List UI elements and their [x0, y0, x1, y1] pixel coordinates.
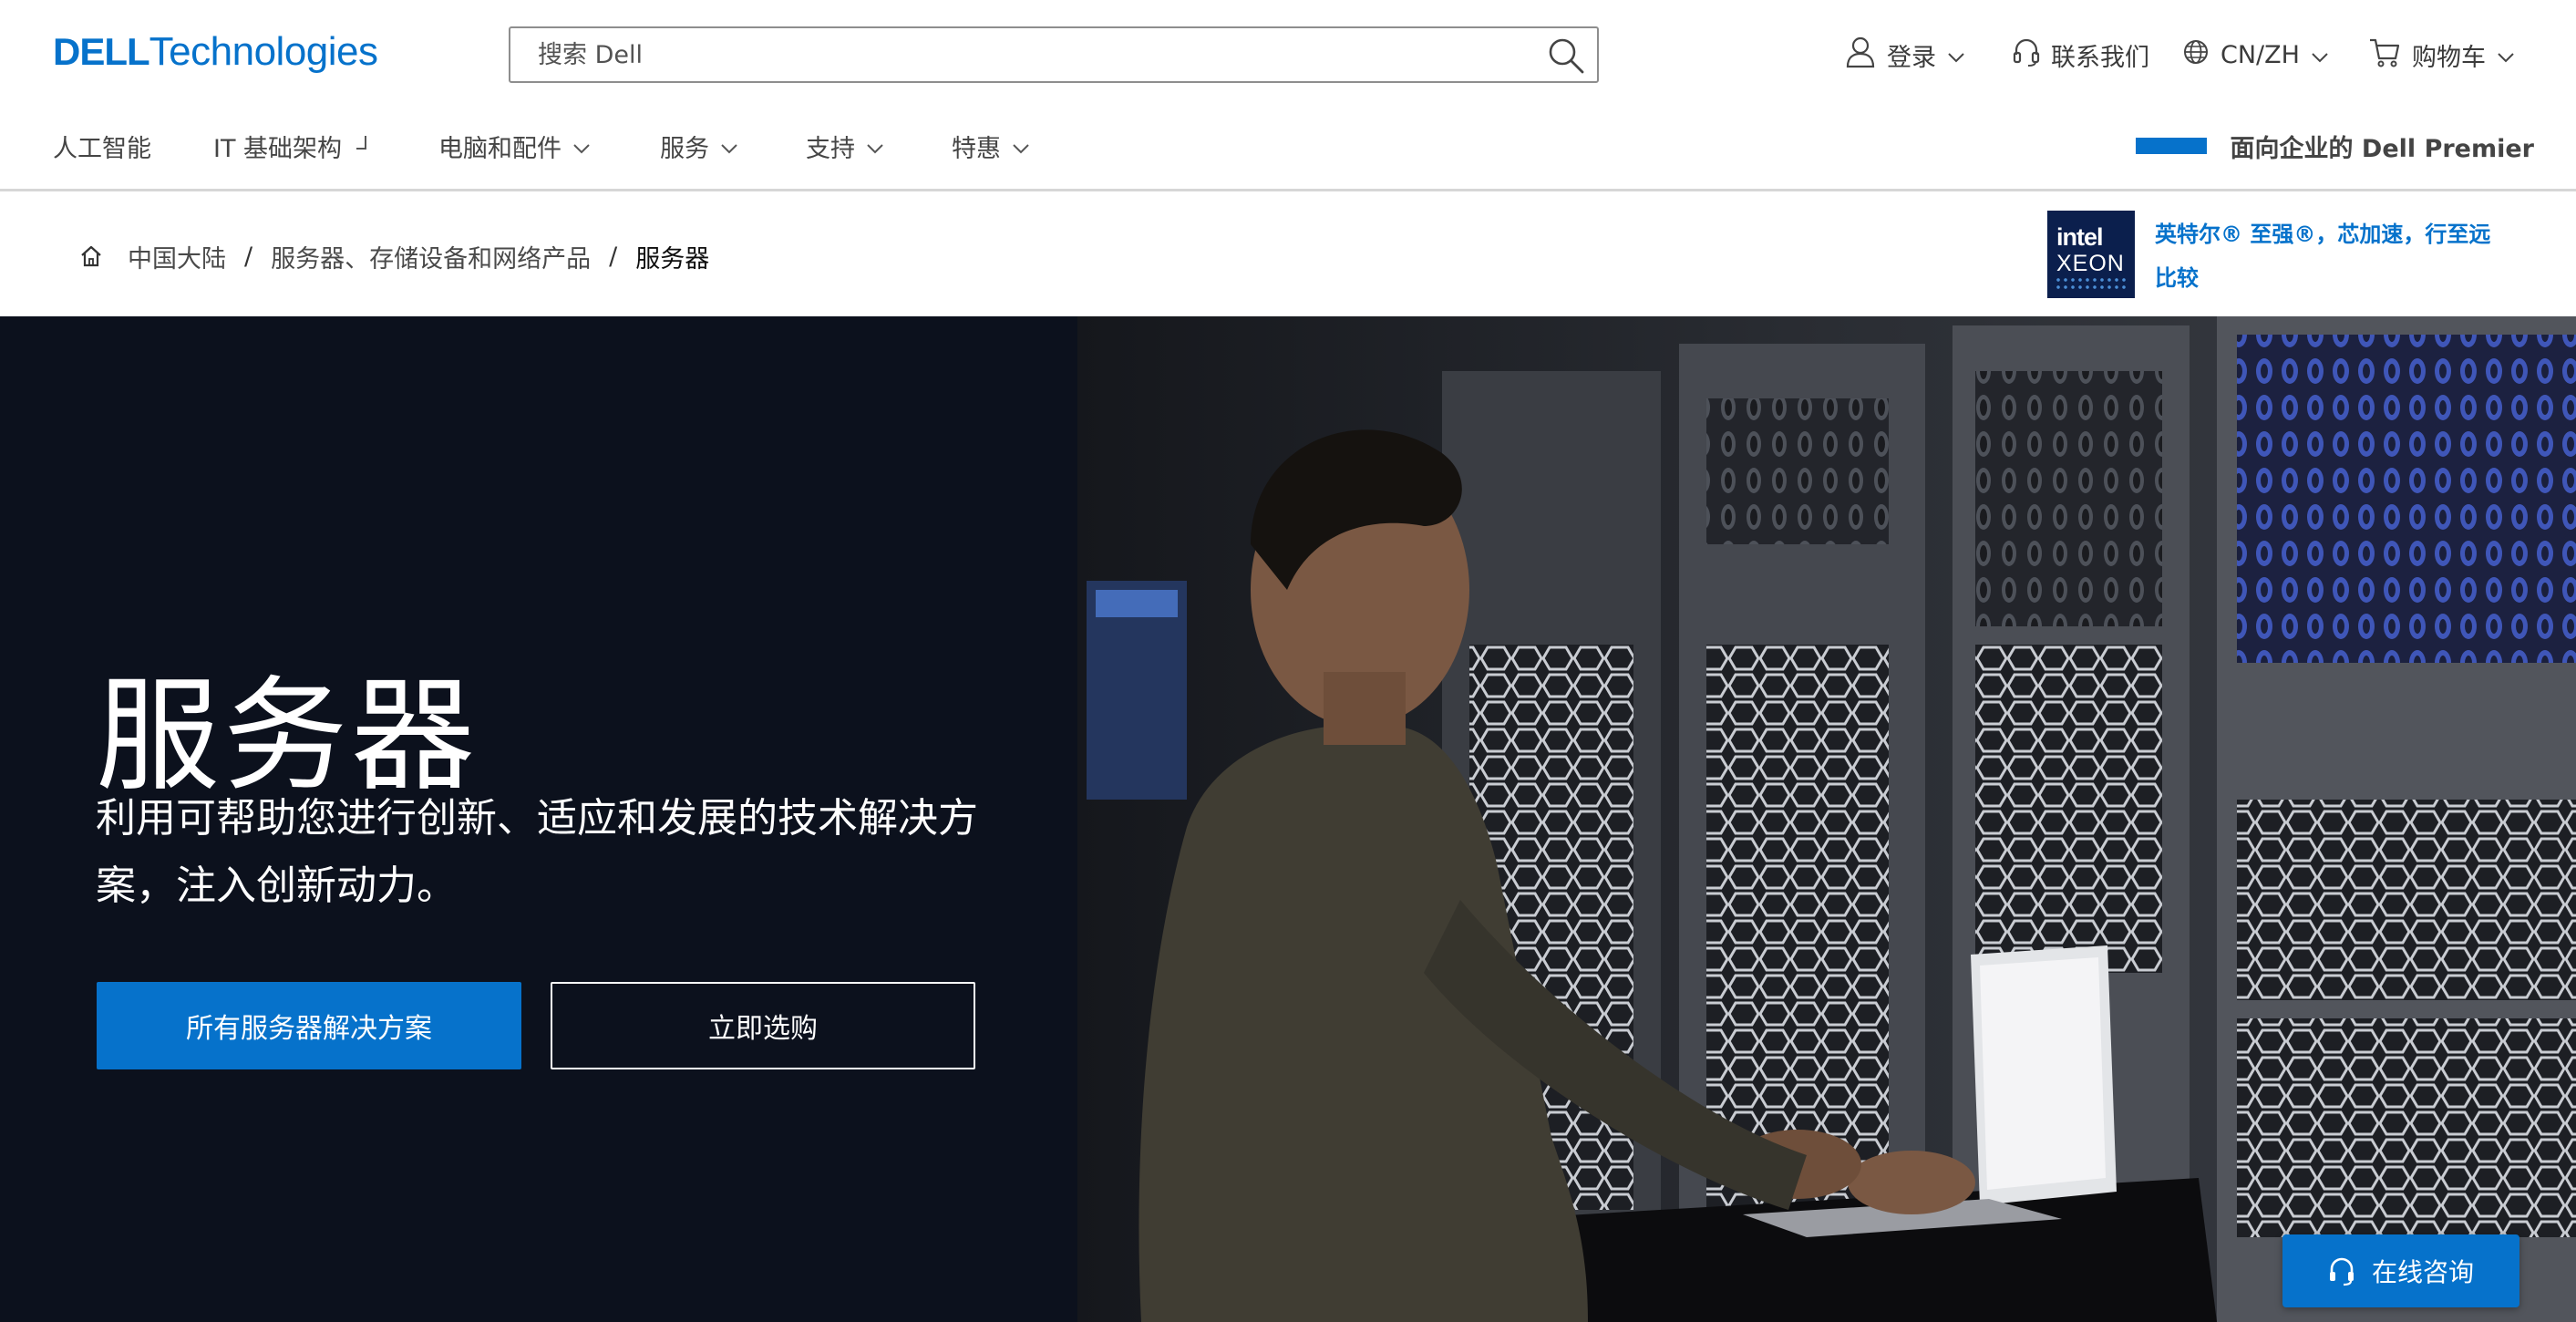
nav-item-label: 服务 [660, 134, 709, 163]
nav-item-ai[interactable]: 人工智能 [53, 124, 151, 168]
shop-now-button[interactable]: 立即选购 [551, 982, 975, 1069]
hook-chevron-icon [353, 132, 369, 160]
hero-panel: 服务器 利用可帮助您进行创新、适应和发展的技术解决方案，注入创新动力。 所有服务… [0, 316, 1077, 1322]
globe-icon [2182, 38, 2210, 72]
badge-dot-pattern [2055, 276, 2128, 293]
premier-label: 面向企业的 Dell Premier [2230, 134, 2534, 163]
search-bar [509, 26, 1599, 83]
user-icon [1845, 36, 1876, 75]
breadcrumb-separator: / [244, 242, 253, 271]
premier-accent-bar [2135, 138, 2207, 154]
nav-item-label: 人工智能 [53, 134, 151, 163]
chevron-down-icon [2311, 41, 2329, 69]
breadcrumb-item-servers-storage-networking[interactable]: 服务器、存储设备和网络产品 [271, 239, 591, 274]
datacenter-illustration [1077, 316, 2576, 1322]
breadcrumb-separator: / [609, 242, 618, 271]
logo-technologies: Technologies [149, 29, 378, 74]
contact-us-label: 联系我们 [2051, 43, 2149, 72]
all-server-solutions-button[interactable]: 所有服务器解决方案 [97, 982, 521, 1069]
hero-image-datacenter [1077, 316, 2576, 1322]
breadcrumb: 中国大陆 / 服务器、存储设备和网络产品 / 服务器 [78, 234, 709, 278]
nav-item-label: 支持 [806, 134, 855, 163]
sign-in-menu[interactable]: 登录 [1845, 33, 1965, 77]
cart-menu[interactable]: 购物车 [2368, 33, 2515, 77]
live-chat-label: 在线咨询 [2371, 1257, 2474, 1287]
nav-item-support[interactable]: 支持 [806, 124, 884, 168]
dell-premier-link[interactable]: 面向企业的 Dell Premier [2135, 126, 2534, 166]
live-chat-button[interactable]: 在线咨询 [2282, 1234, 2519, 1307]
chevron-down-icon [2497, 41, 2515, 69]
nav-item-deals[interactable]: 特惠 [952, 124, 1030, 168]
hero-description: 利用可帮助您进行创新、适应和发展的技术解决方案，注入创新动力。 [96, 795, 978, 909]
contact-us-link[interactable]: 联系我们 [2013, 33, 2149, 77]
cart-icon [2368, 36, 2401, 74]
sign-in-label: 登录 [1887, 43, 1936, 72]
breadcrumb-item-china[interactable]: 中国大陆 [128, 239, 226, 274]
chevron-down-icon [1012, 132, 1030, 160]
nav-item-label: 特惠 [952, 134, 1001, 163]
intel-xeon-promo-link[interactable]: 英特尔® 至强®，芯加速，行至远 [2155, 212, 2538, 256]
nav-item-it-infrastructure[interactable]: IT 基础架构 [213, 124, 369, 168]
nav-item-label: IT 基础架构 [213, 134, 343, 163]
breadcrumb-bar: 中国大陆 / 服务器、存储设备和网络产品 / 服务器 intel XEON 英特… [0, 194, 2576, 316]
headset-icon [2329, 1257, 2354, 1286]
home-icon[interactable] [78, 243, 104, 269]
chevron-down-icon [720, 132, 738, 160]
headset-icon [2013, 36, 2040, 74]
chevron-down-icon [572, 132, 591, 160]
compare-link[interactable]: 比较 [2155, 256, 2538, 300]
xeon-logo-text: XEON [2056, 251, 2125, 276]
breadcrumb-item-servers: 服务器 [635, 244, 710, 274]
dell-technologies-logo[interactable]: DELL Technologies [53, 29, 378, 77]
nav-item-computers[interactable]: 电脑和配件 [438, 124, 591, 168]
search-input[interactable] [510, 28, 1513, 81]
locale-label: CN/ZH [2221, 40, 2300, 69]
nav-item-services[interactable]: 服务 [660, 124, 738, 168]
chevron-down-icon [1947, 41, 1965, 69]
masthead: DELL Technologies 登录 联系我们 CN/ZH [0, 0, 2576, 191]
chevron-down-icon [866, 132, 884, 160]
intel-promo-links: 英特尔® 至强®，芯加速，行至远 比较 [2155, 212, 2538, 300]
logo-dell: DELL [53, 30, 150, 73]
nav-item-label: 电脑和配件 [438, 134, 562, 163]
intel-logo-text: intel [2056, 223, 2104, 251]
locale-selector[interactable]: CN/ZH [2182, 33, 2329, 77]
cart-label: 购物车 [2412, 43, 2486, 72]
search-icon[interactable] [1546, 36, 1586, 76]
intel-xeon-logo: intel XEON [2047, 211, 2135, 298]
